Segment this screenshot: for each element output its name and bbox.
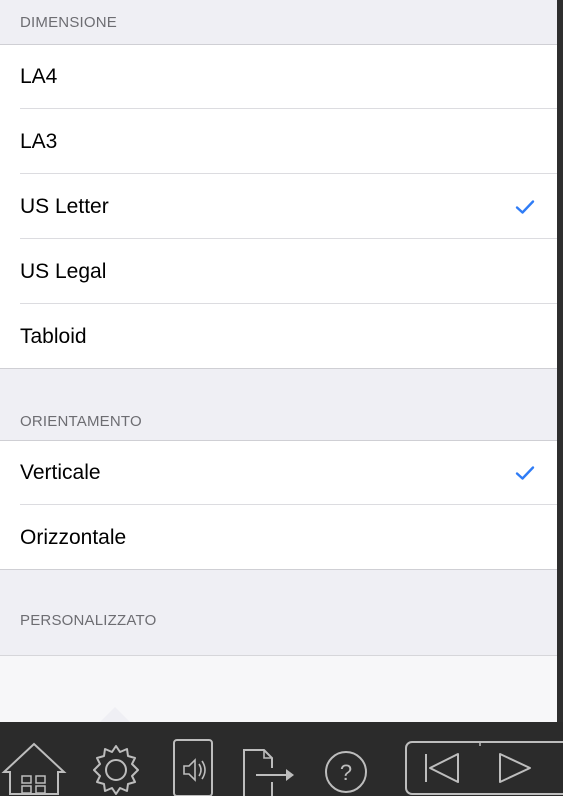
- first-page-icon: [425, 753, 459, 783]
- personalizzato-content[interactable]: [0, 655, 557, 722]
- settings-button[interactable]: [78, 722, 158, 796]
- section-header-dimensione: DIMENSIONE: [20, 14, 118, 31]
- home-icon: [1, 742, 67, 795]
- checkmark-icon: [515, 465, 535, 480]
- option-verticale[interactable]: Verticale: [0, 440, 557, 505]
- option-la4[interactable]: LA4: [0, 44, 557, 109]
- home-button[interactable]: [0, 722, 70, 796]
- play-button[interactable]: [492, 742, 552, 794]
- svg-text:?: ?: [340, 760, 352, 785]
- option-la3[interactable]: LA3: [0, 109, 557, 174]
- first-page-button[interactable]: [414, 742, 474, 794]
- section-header-personalizzato: PERSONALIZZATO: [20, 612, 157, 629]
- group-dimensione: LA4 LA3 US Letter US Legal Tabloid: [0, 44, 557, 369]
- option-orizzontale[interactable]: Orizzontale: [0, 505, 557, 570]
- option-label: US Legal: [20, 259, 107, 283]
- option-label: Orizzontale: [20, 525, 127, 549]
- bottom-toolbar: ?: [0, 722, 563, 796]
- settings-popover: DIMENSIONE LA4 LA3 US Letter US Legal Ta…: [0, 0, 557, 722]
- export-button[interactable]: [232, 722, 302, 796]
- option-label: US Letter: [20, 194, 109, 218]
- gear-icon: [93, 745, 139, 795]
- option-us-letter[interactable]: US Letter: [0, 174, 557, 239]
- option-us-legal[interactable]: US Legal: [0, 239, 557, 304]
- device-audio-icon: [173, 739, 213, 796]
- option-label: LA3: [20, 129, 58, 153]
- play-icon: [499, 753, 531, 783]
- option-tabloid[interactable]: Tabloid: [0, 304, 557, 369]
- option-label: LA4: [20, 64, 58, 88]
- section-header-orientamento: ORIENTAMENTO: [20, 413, 142, 430]
- audio-button[interactable]: [168, 722, 218, 796]
- checkmark-icon: [515, 199, 535, 214]
- navigation-group: [404, 722, 563, 796]
- group-orientamento: Verticale Orizzontale: [0, 440, 557, 570]
- export-icon: [243, 749, 294, 796]
- help-icon: ?: [325, 751, 367, 793]
- option-label: Tabloid: [20, 324, 87, 348]
- help-button[interactable]: ?: [318, 722, 374, 796]
- option-label: Verticale: [20, 460, 101, 484]
